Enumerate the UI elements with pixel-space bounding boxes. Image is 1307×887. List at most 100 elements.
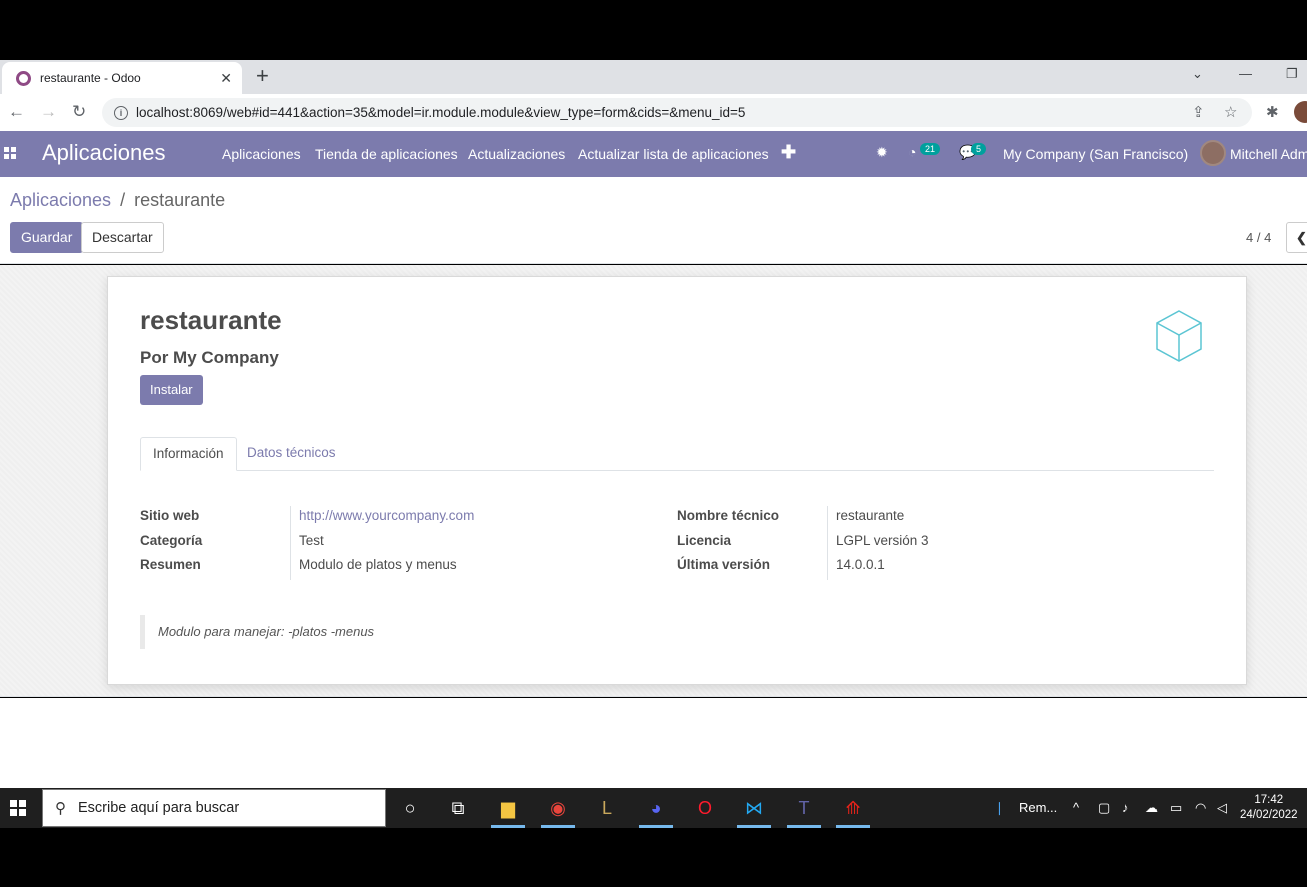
tray-app-label[interactable]: Rem... — [1019, 800, 1057, 815]
menu-tienda[interactable]: Tienda de aplicaciones — [315, 146, 458, 162]
save-button[interactable]: Guardar — [10, 222, 84, 253]
field-row-summary: Resumen Modulo de platos y menus — [140, 557, 640, 582]
odoo-navbar: Aplicaciones Aplicaciones Tienda de apli… — [0, 131, 1307, 177]
app-brand[interactable]: Aplicaciones — [42, 140, 166, 166]
debug-bug-icon[interactable]: ✹ — [876, 144, 888, 161]
address-bar[interactable]: i localhost:8069/web#id=441&action=35&mo… — [102, 98, 1252, 127]
clock-date: 24/02/2022 — [1240, 809, 1298, 821]
minimize-icon[interactable]: — — [1239, 66, 1252, 81]
field-value: restaurante — [836, 508, 905, 523]
chrome-icon[interactable]: ◉ — [547, 797, 569, 819]
pager-value[interactable]: 4 / 4 — [1246, 230, 1271, 245]
windows-start-icon[interactable] — [10, 800, 26, 816]
field-label: Categoría — [140, 532, 203, 548]
league-of-legends-icon[interactable]: L — [596, 797, 618, 819]
left-field-group: Sitio web http://www.yourcompany.com Cat… — [140, 508, 640, 582]
user-avatar[interactable] — [1200, 140, 1226, 166]
website-link[interactable]: http://www.yourcompany.com — [299, 508, 474, 523]
discord-icon[interactable]: ◕ — [645, 797, 667, 819]
show-hidden-icons-icon[interactable]: ^ — [1073, 800, 1079, 815]
menu-actualizar-lista[interactable]: Actualizar lista de aplicaciones — [578, 146, 769, 162]
left-group-divider — [290, 506, 291, 580]
module-cube-icon — [1156, 310, 1202, 362]
teams-indicator — [787, 825, 821, 828]
onedrive-icon[interactable]: ☁ — [1145, 800, 1158, 816]
field-label: Sitio web — [140, 508, 200, 523]
field-row-latest-version: Última versión 14.0.0.1 — [677, 557, 1177, 582]
url-text[interactable]: localhost:8069/web#id=441&action=35&mode… — [136, 105, 745, 120]
field-label: Resumen — [140, 557, 201, 572]
share-icon[interactable]: ⇪ — [1192, 103, 1205, 121]
search-icon: ⚲ — [55, 800, 66, 817]
cortana-icon[interactable]: ○ — [399, 797, 421, 819]
breadcrumb-separator: / — [120, 190, 126, 210]
bookmark-star-icon[interactable]: ☆ — [1224, 103, 1237, 121]
apps-menu-icon[interactable] — [4, 147, 16, 159]
menu-aplicaciones[interactable]: Aplicaciones — [222, 146, 301, 162]
acrobat-icon[interactable]: ⟰ — [842, 797, 864, 819]
chrome-indicator — [541, 825, 575, 828]
record-author: Por My Company — [140, 348, 279, 367]
browser-tab[interactable]: restaurante - Odoo ✕ — [2, 62, 242, 94]
tab-datos-tecnicos[interactable]: Datos técnicos — [235, 437, 348, 471]
tray-app-icon[interactable]: ❘ — [994, 800, 1005, 816]
menu-actualizaciones[interactable]: Actualizaciones — [468, 146, 565, 162]
activity-clock-icon[interactable]: ◔ — [908, 144, 916, 160]
field-row-website: Sitio web http://www.yourcompany.com — [140, 508, 640, 533]
volume-icon[interactable]: ◁ — [1217, 800, 1227, 816]
tab-informacion[interactable]: Información — [140, 437, 237, 471]
install-button[interactable]: Instalar — [140, 375, 203, 405]
field-value: Test — [299, 532, 324, 548]
company-switcher[interactable]: My Company (San Francisco) — [1003, 146, 1188, 162]
tab-close-icon[interactable]: ✕ — [220, 70, 232, 87]
windows-taskbar: ⚲ Escribe aquí para buscar ○ ⧉ ▆ ◉ L ◕ O… — [0, 788, 1307, 828]
meet-now-icon[interactable]: ▢ — [1098, 800, 1110, 816]
file-explorer-icon[interactable]: ▆ — [497, 797, 519, 819]
discard-button[interactable]: Descartar — [81, 222, 164, 253]
field-value: 14.0.0.1 — [836, 557, 885, 572]
activity-count-badge: 21 — [920, 143, 941, 155]
pager-previous-icon[interactable]: ❮ — [1286, 222, 1307, 253]
back-icon[interactable]: ← — [8, 102, 25, 122]
field-value: Modulo de platos y menus — [299, 557, 457, 572]
site-info-icon[interactable]: i — [114, 105, 128, 120]
teams-icon[interactable]: T — [793, 797, 815, 819]
new-tab-icon[interactable]: + — [256, 65, 269, 87]
battery-icon[interactable]: ▭ — [1170, 800, 1182, 816]
task-view-icon[interactable]: ⧉ — [447, 797, 469, 819]
vscode-indicator — [737, 825, 771, 828]
right-group-divider — [827, 506, 828, 580]
screen: restaurante - Odoo ✕ + ⌄ — ❐ ← → ↻ i loc… — [0, 0, 1307, 887]
add-menu-icon[interactable]: ✚ — [781, 142, 796, 163]
taskbar-search[interactable]: ⚲ Escribe aquí para buscar — [42, 789, 386, 827]
control-panel: Aplicaciones / restaurante Guardar Desca… — [0, 177, 1307, 264]
discord-indicator — [639, 825, 673, 828]
form-view: restaurante Por My Company Instalar Info… — [0, 265, 1307, 697]
taskbar-search-placeholder: Escribe aquí para buscar — [78, 800, 240, 816]
system-clock[interactable]: 17:42 24/02/2022 — [1240, 793, 1298, 823]
page-footer-area — [0, 698, 1307, 788]
tab-search-chevron-icon[interactable]: ⌄ — [1192, 66, 1203, 82]
restore-icon[interactable]: ❐ — [1286, 66, 1298, 82]
vscode-icon[interactable]: ⋈ — [743, 797, 765, 819]
right-field-group: Nombre técnico restaurante Licencia LGPL… — [677, 508, 1177, 582]
record-title: restaurante — [140, 305, 282, 335]
breadcrumb-parent[interactable]: Aplicaciones — [10, 190, 111, 210]
wifi-icon[interactable]: ◠ — [1195, 800, 1206, 816]
odoo-favicon-icon — [16, 70, 31, 86]
field-label: Última versión — [677, 557, 771, 572]
user-menu[interactable]: Mitchell Admin — [1230, 146, 1307, 162]
reload-icon[interactable]: ↻ — [72, 102, 86, 122]
opera-icon[interactable]: O — [694, 797, 716, 819]
forward-icon[interactable]: → — [40, 102, 57, 122]
tab-title: restaurante - Odoo — [40, 71, 141, 85]
profile-avatar[interactable] — [1294, 101, 1307, 123]
microphone-icon[interactable]: ♪ — [1122, 800, 1129, 815]
clock-time: 17:42 — [1254, 794, 1284, 806]
notebook-tabs: Información Datos técnicos — [140, 437, 1214, 471]
field-label: Licencia — [677, 532, 732, 548]
browser-toolbar: ← → ↻ i localhost:8069/web#id=441&action… — [0, 94, 1307, 131]
breadcrumb: Aplicaciones / restaurante — [10, 190, 225, 211]
message-count-badge: 5 — [971, 143, 987, 155]
extensions-icon[interactable]: ✱ — [1266, 103, 1279, 121]
